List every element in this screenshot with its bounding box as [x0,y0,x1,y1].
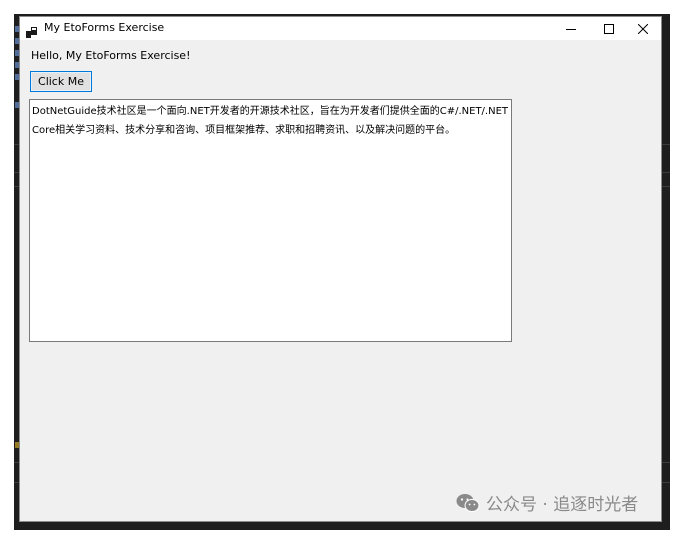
title-bar[interactable]: My EtoForms Exercise [20,17,661,40]
close-button[interactable] [624,17,662,40]
minimize-icon [566,24,576,34]
watermark-text: 公众号 · 追逐时光者 [486,495,639,515]
app-window: My EtoForms Exercise Hello, My EtoForms … [19,16,662,522]
watermark: 公众号 · 追逐时光者 [456,490,638,515]
description-textarea[interactable]: DotNetGuide技术社区是一个面向.NET开发者的开源技术社区，旨在为开发… [29,99,512,342]
maximize-button[interactable] [590,17,628,40]
window-title: My EtoForms Exercise [44,21,165,34]
wechat-icon [456,493,480,513]
close-icon [638,23,648,34]
app-icon [26,23,37,38]
screen: My EtoForms Exercise Hello, My EtoForms … [0,0,676,535]
click-me-button[interactable]: Click Me [30,71,92,92]
maximize-icon [604,23,614,34]
minimize-button[interactable] [552,17,590,40]
greeting-label: Hello, My EtoForms Exercise! [31,49,191,62]
